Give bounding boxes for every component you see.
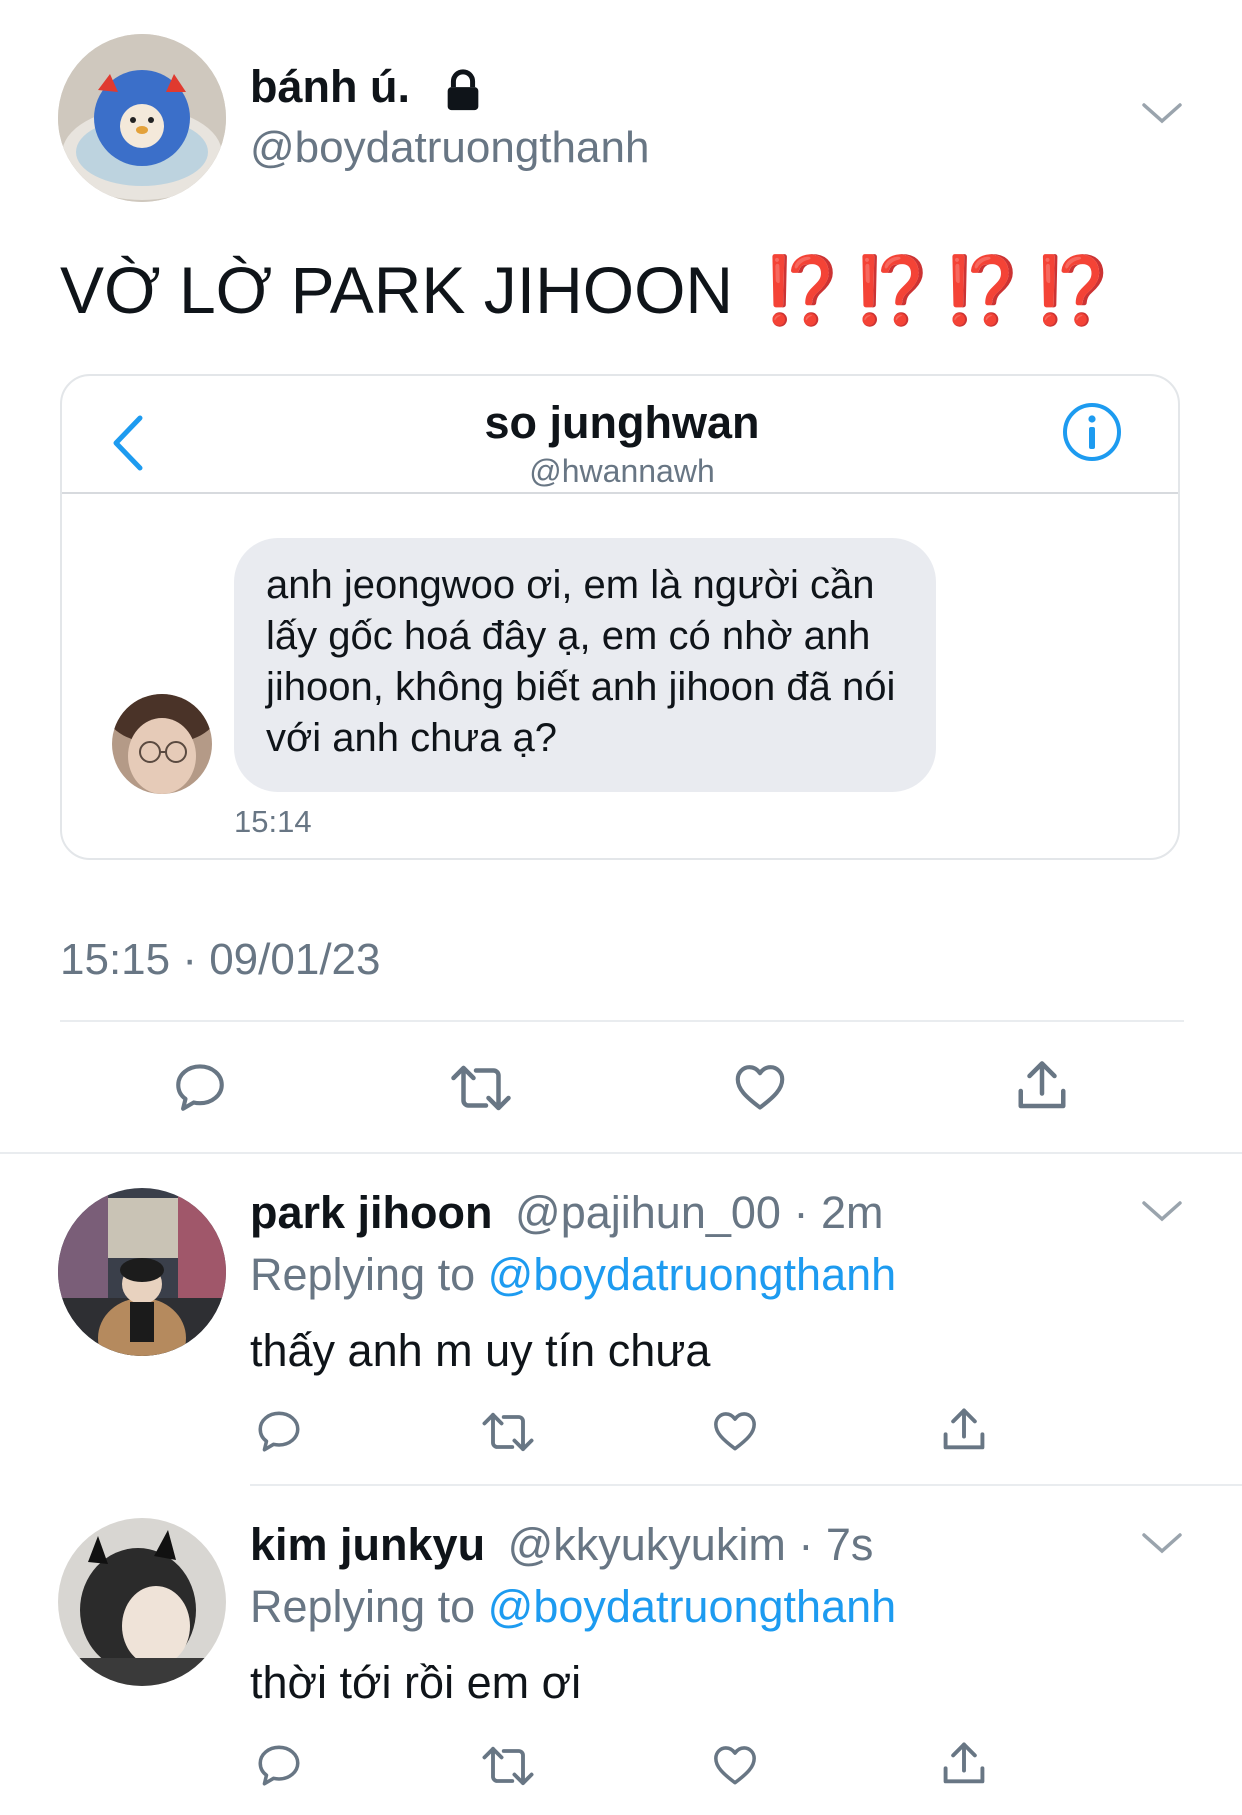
replying-to-label: Replying to bbox=[250, 1249, 476, 1300]
reply-display-name[interactable]: kim junkyu bbox=[250, 1519, 485, 1570]
reply-icon[interactable] bbox=[170, 1058, 230, 1116]
replying-to: Replying to @boydatruongthanh bbox=[250, 1578, 896, 1636]
tweet-text: VỜ LỜ PARK JIHOON ⁉️⁉️⁉️⁉️ bbox=[60, 250, 1122, 330]
interrobang-emoji: ⁉️⁉️⁉️⁉️ bbox=[761, 253, 1123, 327]
reply-header: kim junkyu @kkyukyukim · 7s bbox=[250, 1516, 873, 1574]
like-icon[interactable] bbox=[710, 1740, 760, 1790]
chevron-down-icon[interactable] bbox=[1140, 100, 1184, 126]
reply-display-name[interactable]: park jihoon bbox=[250, 1187, 493, 1238]
reply-text: thấy anh m uy tín chưa bbox=[250, 1325, 711, 1376]
reply-avatar[interactable] bbox=[58, 1518, 226, 1686]
dm-message-time: 15:14 bbox=[234, 804, 312, 839]
retweet-icon[interactable] bbox=[446, 1060, 516, 1116]
replying-to: Replying to @boydatruongthanh bbox=[250, 1246, 896, 1304]
dm-message-text: anh jeongwoo ơi, em là người cần lấy gốc… bbox=[266, 563, 896, 760]
replying-to-label: Replying to bbox=[250, 1581, 476, 1632]
share-icon[interactable] bbox=[938, 1738, 990, 1790]
replying-to-handle-link[interactable]: @boydatruongthanh bbox=[488, 1581, 897, 1632]
reply-time: · 2m bbox=[793, 1187, 884, 1238]
chevron-down-icon[interactable] bbox=[1140, 1198, 1184, 1224]
share-icon[interactable] bbox=[1012, 1056, 1072, 1116]
retweet-icon[interactable] bbox=[478, 1742, 538, 1790]
like-icon[interactable] bbox=[730, 1058, 790, 1116]
dm-contact-handle: @hwannawh bbox=[529, 453, 715, 489]
embedded-dm-card[interactable]: so junghwan @hwannawh anh jeongwoo ơi, e… bbox=[60, 374, 1180, 860]
actions-divider bbox=[0, 1152, 1242, 1154]
reply-handle[interactable]: @pajihun_00 bbox=[515, 1187, 781, 1238]
reply-handle[interactable]: @kkyukyukim bbox=[508, 1519, 786, 1570]
reply-header: park jihoon @pajihun_00 · 2m bbox=[250, 1184, 883, 1242]
reply-icon[interactable] bbox=[254, 1740, 304, 1790]
dm-sender-avatar[interactable] bbox=[112, 694, 212, 794]
display-name[interactable]: bánh ú. bbox=[250, 58, 410, 116]
handle[interactable]: @boydatruongthanh bbox=[250, 120, 649, 176]
replying-to-handle-link[interactable]: @boydatruongthanh bbox=[488, 1249, 897, 1300]
avatar[interactable] bbox=[58, 34, 226, 202]
dm-contact-name: so junghwan bbox=[484, 397, 760, 448]
tweet-text-body: VỜ LỜ PARK JIHOON bbox=[60, 253, 734, 327]
reply-avatar[interactable] bbox=[58, 1188, 226, 1356]
reply-divider bbox=[250, 1484, 1242, 1486]
chevron-down-icon[interactable] bbox=[1140, 1530, 1184, 1556]
info-icon[interactable] bbox=[1060, 400, 1124, 464]
retweet-icon[interactable] bbox=[478, 1408, 538, 1456]
tweet-timestamp: 15:15 · 09/01/23 bbox=[60, 935, 381, 984]
reply-text: thời tới rồi em ơi bbox=[250, 1657, 582, 1708]
lock-icon bbox=[440, 68, 486, 114]
like-icon[interactable] bbox=[710, 1406, 760, 1456]
dm-header-divider bbox=[62, 492, 1178, 494]
share-icon[interactable] bbox=[938, 1404, 990, 1456]
reply-time: · 7s bbox=[798, 1519, 874, 1570]
reply-icon[interactable] bbox=[254, 1406, 304, 1456]
dm-message-bubble: anh jeongwoo ơi, em là người cần lấy gốc… bbox=[234, 538, 936, 792]
timestamp-divider bbox=[60, 1020, 1184, 1022]
